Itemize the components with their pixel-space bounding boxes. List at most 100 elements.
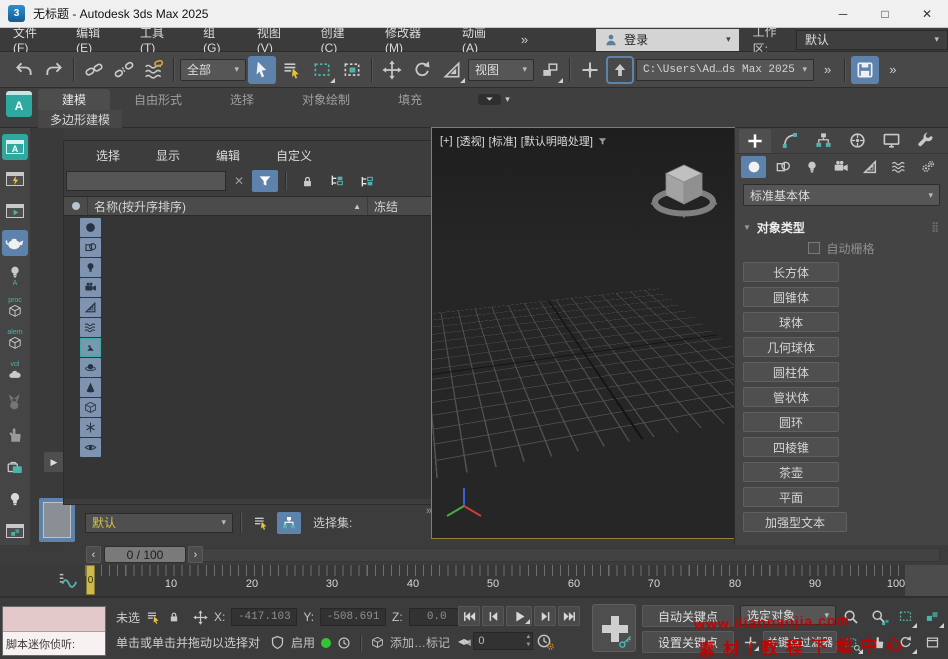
script-run-icon[interactable] — [2, 198, 28, 224]
auto-key-button[interactable]: 自动关键点 — [642, 605, 734, 627]
filter-icon[interactable] — [252, 170, 278, 192]
redo-button[interactable] — [40, 56, 68, 84]
reference-coordinate-dropdown[interactable]: 视图 ▾ — [468, 59, 534, 81]
show-xrefs-icon[interactable] — [80, 398, 101, 417]
z-coord-field[interactable]: 0.0 — [409, 608, 465, 626]
maximize-button[interactable]: □ — [864, 0, 906, 27]
select-by-name-button[interactable] — [278, 56, 306, 84]
tube-button[interactable]: 管状体 — [743, 387, 839, 407]
menu-views[interactable]: 视图(V) — [244, 28, 308, 51]
scene-explorer-toggle-icon[interactable] — [277, 512, 301, 534]
viewport-shading-menu[interactable]: [默认明暗处理] — [521, 133, 593, 149]
row-type-column-icon[interactable] — [64, 197, 88, 215]
display-tab[interactable] — [875, 129, 907, 153]
menu-edit[interactable]: 编辑(E) — [63, 28, 127, 51]
ribbon-minimize-button[interactable]: ⏷ — [478, 94, 501, 105]
scene-converter-icon[interactable] — [2, 518, 28, 544]
zoom-region-icon[interactable] — [838, 630, 864, 655]
time-slider-track[interactable] — [200, 548, 940, 562]
show-shapes-icon[interactable] — [80, 238, 101, 257]
helpers-category-icon[interactable] — [857, 156, 882, 178]
isolate-selection-icon[interactable] — [146, 610, 161, 625]
ribbon-panel-polygon-modeling[interactable]: 多边形建模 — [38, 110, 122, 128]
ribbon-config-icon[interactable]: A — [6, 91, 32, 117]
modify-tab[interactable] — [773, 129, 805, 153]
workspace-dropdown[interactable]: 默认 ▾ — [796, 30, 948, 50]
add-time-tag-label[interactable]: 添加…标记 — [390, 634, 450, 651]
parameter-editor-icon[interactable] — [2, 422, 28, 448]
frozen-column-header[interactable]: 冻结 — [367, 197, 431, 215]
motion-tab[interactable] — [841, 129, 873, 153]
light-painter-icon[interactable] — [2, 486, 28, 512]
geometry-category-icon[interactable] — [741, 156, 766, 178]
next-frame-arrow[interactable]: › — [188, 546, 203, 563]
perspective-viewport[interactable]: [+] [透视] [标准] [默认明暗处理] — [432, 128, 734, 538]
explorer-menu-customize[interactable]: 自定义 — [276, 147, 312, 164]
bind-to-space-warp-button[interactable] — [140, 56, 168, 84]
explorer-menu-select[interactable]: 选择 — [96, 147, 120, 164]
space-warps-category-icon[interactable] — [886, 156, 911, 178]
zoom-icon[interactable] — [838, 604, 864, 629]
ribbon-tab-object-paint[interactable]: 对象绘制 — [278, 89, 374, 110]
absolute-offset-mode-icon[interactable] — [193, 610, 208, 625]
geosphere-button[interactable]: 几何球体 — [743, 337, 839, 357]
procedural-create-icon[interactable]: proc — [2, 294, 28, 320]
time-tag-clock-icon[interactable] — [337, 636, 351, 650]
next-key-button[interactable] — [534, 606, 556, 626]
containers-icon[interactable] — [2, 454, 28, 480]
cone-button[interactable]: 圆锥体 — [743, 287, 839, 307]
play-animation-button[interactable] — [506, 606, 532, 626]
go-to-end-button[interactable] — [558, 606, 580, 626]
shapes-category-icon[interactable] — [770, 156, 795, 178]
zoom-extents-all-icon[interactable] — [919, 604, 945, 629]
box-button[interactable]: 长方体 — [743, 262, 839, 282]
utilities-tab[interactable] — [909, 129, 941, 153]
alembic-create-icon[interactable]: alem — [2, 326, 28, 352]
cylinder-button[interactable]: 圆柱体 — [743, 362, 839, 382]
viewport-per-view-menu[interactable]: [标准] — [489, 133, 517, 149]
hierarchy-tab[interactable] — [807, 129, 839, 153]
autogrid-checkbox[interactable] — [808, 242, 820, 254]
time-marker[interactable]: 0 — [86, 565, 95, 595]
select-and-rotate-button[interactable] — [408, 56, 436, 84]
enabled-status-dot[interactable] — [321, 638, 331, 648]
maxscript-mini-listener[interactable]: 脚本迷你侦听: — [2, 606, 106, 656]
show-frozen-icon[interactable] — [80, 418, 101, 437]
show-helpers-icon[interactable] — [80, 298, 101, 317]
mini-curve-editor-icon[interactable] — [54, 568, 82, 594]
lights-category-icon[interactable] — [799, 156, 824, 178]
show-lights-icon[interactable] — [80, 258, 101, 277]
menu-group[interactable]: 组(G) — [190, 28, 244, 51]
name-column-header[interactable]: 名称(按升序排序) ▲ — [88, 198, 367, 215]
select-object-button[interactable] — [248, 56, 276, 84]
window-crossing-toggle[interactable] — [338, 56, 366, 84]
ribbon-tab-modeling[interactable]: 建模 — [38, 89, 110, 110]
ribbon-tab-freeform[interactable]: 自由形式 — [110, 89, 206, 110]
working-pivot-icon[interactable] — [740, 632, 760, 652]
minimize-button[interactable]: ─ — [822, 0, 864, 27]
y-coord-field[interactable]: -508.691 — [320, 608, 386, 626]
layer-manager-icon[interactable] — [249, 512, 273, 534]
collapse-tree-icon[interactable] — [354, 170, 380, 192]
time-configuration-icon[interactable] — [536, 633, 552, 649]
set-keys-button[interactable] — [592, 604, 636, 652]
volume-create-icon[interactable]: vol — [2, 358, 28, 384]
zoom-all-icon[interactable] — [865, 604, 891, 629]
toolbar-overflow-chevron-2[interactable]: » — [881, 62, 904, 77]
systems-category-icon[interactable] — [915, 156, 940, 178]
render-teapot-icon[interactable] — [2, 230, 28, 256]
menu-animation[interactable]: 动画(A) — [449, 28, 513, 51]
view-cube[interactable] — [648, 152, 720, 224]
sphere-button[interactable]: 球体 — [743, 312, 839, 332]
pyramid-button[interactable]: 四棱锥 — [743, 437, 839, 457]
show-containers-icon[interactable] — [80, 338, 101, 357]
key-mode-toggle-icon[interactable]: ◀▶ — [458, 637, 470, 646]
primitive-category-dropdown[interactable]: 标准基本体 ▾ — [743, 184, 940, 206]
teapot-button[interactable]: 茶壶 — [743, 462, 839, 482]
save-file-button[interactable] — [851, 56, 879, 84]
show-bones-icon[interactable] — [80, 358, 101, 377]
maximize-viewport-toggle-icon[interactable] — [919, 630, 945, 655]
ribbon-tab-selection[interactable]: 选择 — [206, 89, 278, 110]
plane-button[interactable]: 平面 — [743, 487, 839, 507]
set-key-button[interactable]: 设置关键点 — [642, 631, 734, 653]
